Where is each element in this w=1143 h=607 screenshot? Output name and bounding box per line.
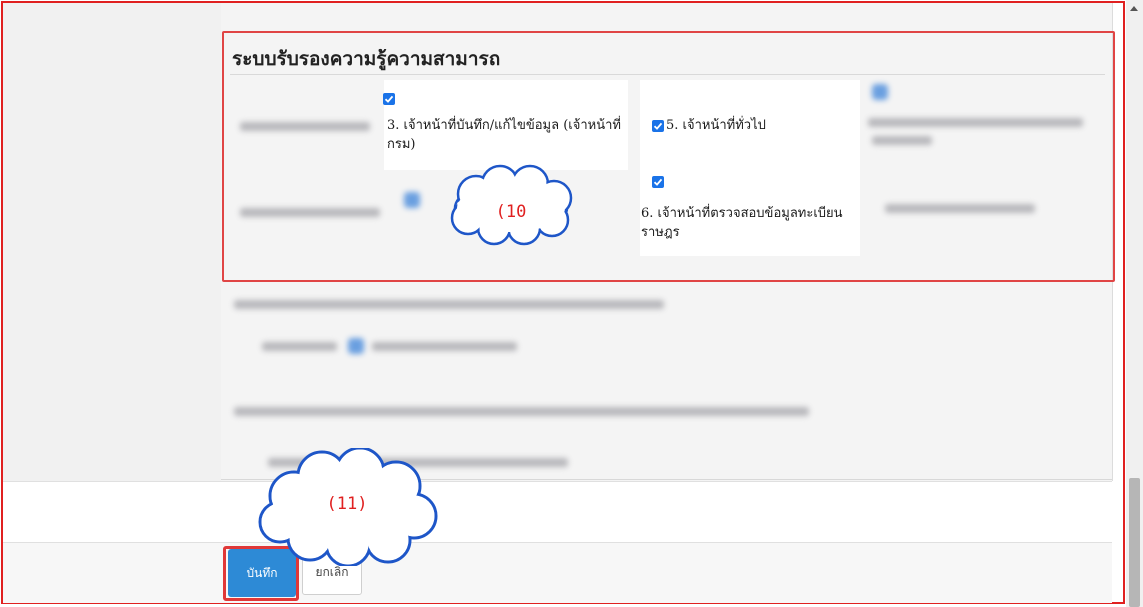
left-panel xyxy=(3,3,222,481)
scroll-up-icon[interactable] xyxy=(1130,6,1138,11)
blurred-text xyxy=(262,342,337,351)
divider xyxy=(3,481,1112,482)
blurred-text xyxy=(372,342,517,351)
scrollbar[interactable] xyxy=(1126,0,1143,607)
callout-11-label: (11) xyxy=(326,494,368,514)
blurred-checkbox xyxy=(348,338,364,354)
blurred-text xyxy=(234,407,809,416)
callout-10-label: (10 xyxy=(495,202,527,222)
section-highlight xyxy=(222,31,1115,282)
form-footer xyxy=(3,543,1112,603)
scrollbar-thumb[interactable] xyxy=(1129,478,1140,607)
blurred-text xyxy=(234,300,664,309)
